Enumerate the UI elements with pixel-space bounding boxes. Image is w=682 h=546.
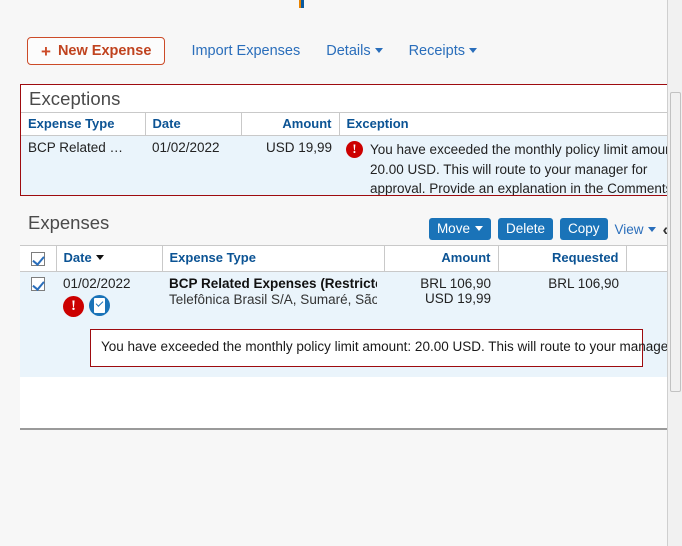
exceptions-col-expense-type[interactable]: Expense Type (21, 112, 146, 136)
move-button[interactable]: Move (428, 218, 491, 240)
row-status-icons: ! (63, 294, 155, 317)
exceptions-cell-date: 01/02/2022 (145, 135, 241, 195)
move-label: Move (436, 221, 470, 236)
page-top-cutoff-sliver (299, 0, 304, 8)
view-menu[interactable]: View (615, 222, 656, 237)
exceptions-header-row: Expense Type Date Amount Exception (21, 112, 682, 136)
import-expenses-link[interactable]: Import Expenses (191, 43, 300, 59)
exceptions-col-amount[interactable]: Amount (241, 112, 340, 136)
expenses-cell-date: 01/02/2022 ! (56, 271, 162, 321)
expenses-panel: Expenses Move Delete Copy View « Date Ex… (20, 212, 680, 430)
expenses-action-bar: Move Delete Copy View « (428, 218, 672, 240)
expense-date: 01/02/2022 (63, 275, 131, 291)
plus-icon: + (41, 41, 51, 61)
expense-toolbar: + New Expense Import Expenses Details Re… (0, 30, 682, 72)
exceptions-title: Exceptions (29, 88, 121, 109)
alert-icon[interactable]: ! (63, 295, 84, 317)
exceptions-col-exception[interactable]: Exception (339, 112, 682, 136)
new-expense-button[interactable]: + New Expense (27, 37, 166, 65)
table-row[interactable]: BCP Related … 01/02/2022 USD 19,99 ! You… (21, 135, 682, 196)
expense-type-name: BCP Related Expenses (Restricted Expense… (169, 275, 377, 291)
expenses-cell-expense-type: BCP Related Expenses (Restricted Expense… (162, 271, 384, 321)
expenses-table: Date Expense Type Amount Requested 01/02… (20, 245, 680, 377)
table-row[interactable]: 01/02/2022 ! BCP Related Expenses (Restr… (20, 271, 680, 321)
receipt-icon[interactable] (89, 294, 110, 316)
amount-primary: BRL 106,90 (420, 275, 491, 291)
delete-button[interactable]: Delete (497, 218, 553, 240)
exceptions-message-text: You have exceeded the monthly policy lim… (370, 142, 681, 196)
page-scrollbar[interactable] (667, 0, 682, 546)
chevron-down-icon (647, 226, 656, 232)
new-expense-label: New Expense (57, 43, 152, 59)
details-menu[interactable]: Details (326, 43, 383, 59)
amount-secondary: USD 19,99 (424, 290, 491, 306)
expenses-col-date-label: Date (63, 250, 92, 266)
row-select-cell[interactable] (20, 271, 56, 321)
row-select-checkbox[interactable] (31, 277, 45, 291)
expenses-header-row: Date Expense Type Amount Requested (20, 245, 680, 272)
alert-icon: ! (346, 141, 363, 158)
expenses-title: Expenses (28, 212, 110, 233)
expense-vendor-detail: Telefônica Brasil S/A, Sumaré, São Paulo (169, 291, 377, 307)
expenses-cell-requested: BRL 106,90 (498, 271, 626, 321)
chevron-down-icon (469, 48, 477, 53)
receipts-menu[interactable]: Receipts (409, 43, 477, 59)
expenses-col-amount[interactable]: Amount (384, 245, 499, 272)
exceptions-table: Expense Type Date Amount Exception BCP R… (21, 112, 682, 196)
receipts-label: Receipts (408, 43, 465, 59)
copy-button[interactable]: Copy (559, 218, 608, 240)
exceptions-panel: Exceptions Expense Type Date Amount Exce… (20, 84, 682, 196)
exceptions-cell-expense-type: BCP Related … (21, 135, 145, 195)
policy-warning-message: You have exceeded the monthly policy lim… (90, 328, 680, 367)
expenses-header: Expenses Move Delete Copy View « (20, 212, 680, 245)
exceptions-cell-amount: USD 19,99 (241, 135, 339, 195)
exceptions-col-date[interactable]: Date (145, 112, 242, 136)
select-all-checkbox[interactable] (30, 251, 45, 266)
scrollbar-thumb[interactable] (670, 92, 681, 392)
chevron-down-icon (374, 48, 383, 53)
expense-warning-row: You have exceeded the monthly policy lim… (20, 320, 680, 377)
chevron-down-icon (474, 226, 483, 231)
expenses-col-requested[interactable]: Requested (498, 245, 627, 272)
expenses-cell-amount: BRL 106,90 USD 19,99 (384, 271, 498, 321)
expenses-col-expense-type[interactable]: Expense Type (162, 245, 385, 272)
expense-warning-cell: You have exceeded the monthly policy lim… (20, 320, 680, 377)
exceptions-cell-exception: ! You have exceeded the monthly policy l… (339, 135, 682, 196)
expense-report-page: + New Expense Import Expenses Details Re… (0, 0, 682, 546)
sort-chevron-down-icon (95, 255, 104, 261)
view-label: View (614, 221, 644, 237)
expenses-col-date[interactable]: Date (56, 245, 163, 272)
select-all-header[interactable] (20, 245, 57, 272)
details-label: Details (326, 43, 371, 59)
